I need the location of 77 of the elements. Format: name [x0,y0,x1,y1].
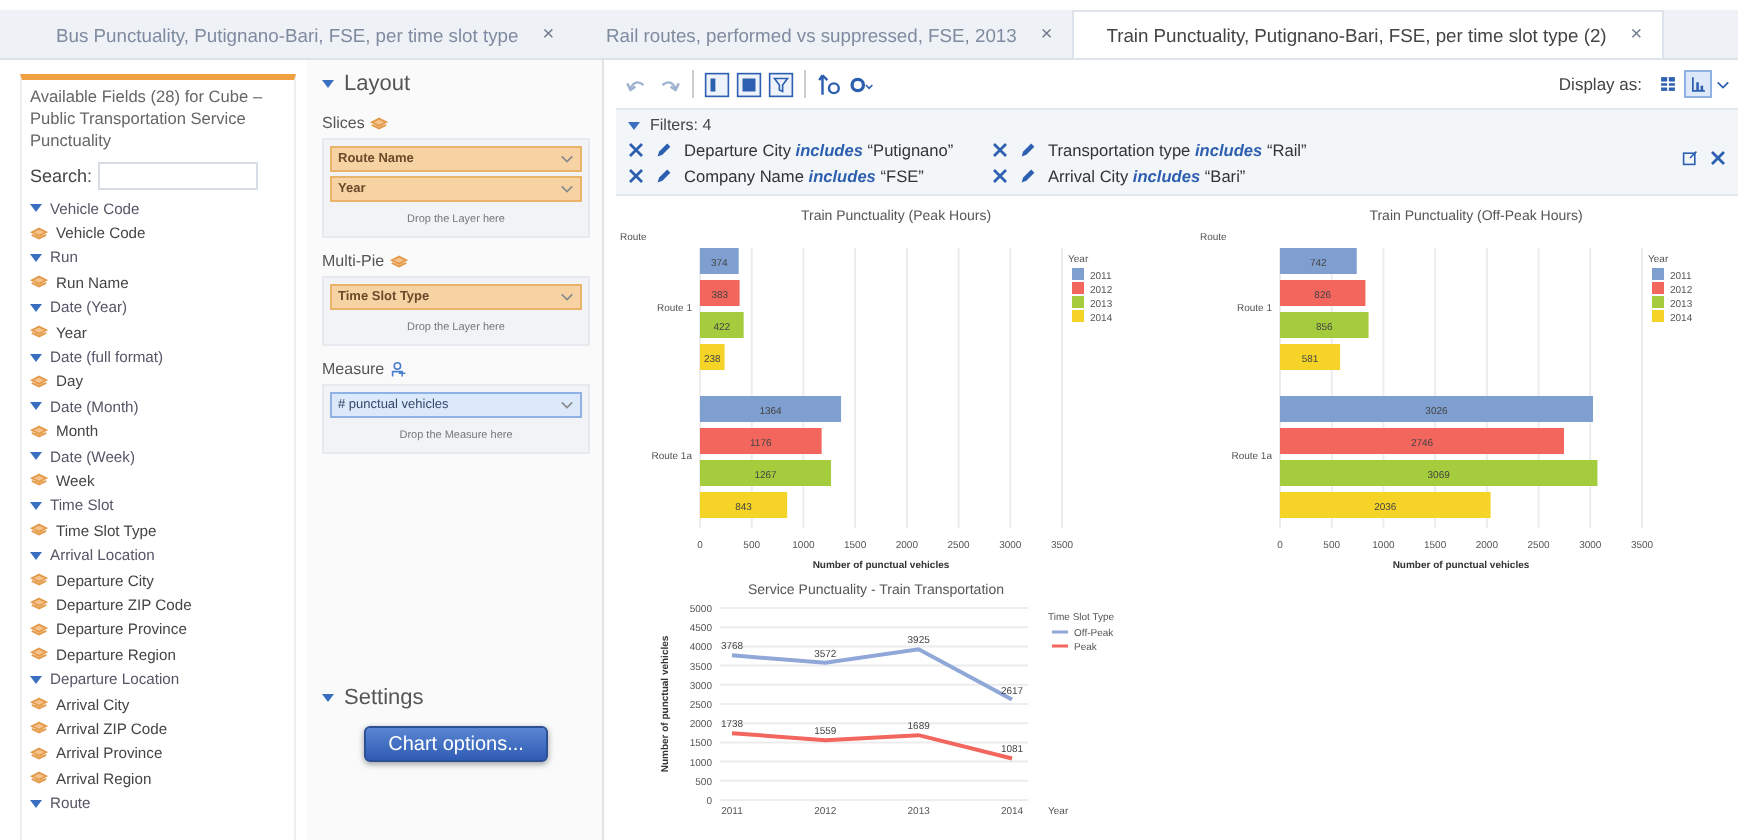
close-icon[interactable]: × [542,23,555,45]
report-tab[interactable]: Rail routes, performed vs suppressed, FSE, 2013 × [574,10,1073,58]
panel-icon[interactable] [704,71,730,97]
layer-icon [30,472,48,489]
layer-icon [30,596,48,613]
measure-icon [390,361,409,377]
expand-arrow-icon[interactable] [30,204,42,213]
remove-icon[interactable] [628,142,644,158]
remove-icon[interactable] [628,168,644,184]
layer-icon [30,696,48,712]
bar [700,280,740,306]
filters-title: Filters: 4 [650,116,712,134]
layer-icon [30,572,48,589]
section-label: Multi-Pie [322,252,385,270]
report-tab[interactable]: Bus Punctuality, Putignano-Bari, FSE, per time slot type × [24,10,575,58]
bar [700,248,739,274]
expand-arrow-icon[interactable] [30,353,42,362]
close-icon[interactable]: × [1630,24,1643,46]
layer-icon [370,115,389,131]
bar [1280,280,1366,306]
bar [700,344,725,370]
table-view-icon[interactable] [1656,72,1680,96]
bar [700,312,744,338]
expand-arrow-icon[interactable] [30,253,42,262]
bar [700,460,832,486]
layer-icon [30,274,48,291]
expand-arrow-icon[interactable] [30,402,42,411]
bar [1280,312,1369,338]
table-icon[interactable] [736,71,762,97]
section-label: Measure [322,360,385,378]
search-label: Search: [30,166,93,186]
expand-arrow-icon[interactable] [30,303,42,312]
remove-icon[interactable] [992,142,1008,158]
bar [700,492,788,518]
chart-options-button[interactable]: Chart options... [364,726,548,762]
display-label: Display as: [1558,74,1642,94]
filter-condition: Company Name includes “FSE” [684,166,924,186]
layer-icon [30,720,48,737]
expand-arrow-icon[interactable] [30,501,42,510]
collapse-arrow-icon[interactable] [322,694,334,702]
close-icon[interactable] [1710,150,1726,166]
filter-icon[interactable] [768,71,794,97]
close-icon[interactable]: × [1040,23,1053,45]
chart-view-icon[interactable] [1686,72,1710,96]
section-title: Settings [344,686,424,710]
bar [1280,248,1357,274]
report-tab[interactable]: Train Punctuality, Putignano-Bari, FSE, per time slot type (2) × [1072,10,1665,58]
filter-condition: Arrival City includes “Bari” [1048,166,1246,186]
expand-arrow-icon[interactable] [30,675,42,684]
caret-icon[interactable] [560,400,574,410]
section-title: Layout [344,72,411,96]
layer-icon [30,225,48,242]
filter-condition: Transportation type includes “Rail” [1048,140,1307,160]
layer-icon [30,745,48,762]
bar [1280,344,1341,370]
layer-icon [30,770,48,787]
collapse-arrow-icon[interactable] [628,121,640,129]
layer-icon [30,621,48,638]
layer-icon [30,522,48,539]
layer-icon [30,423,48,440]
remove-icon[interactable] [992,168,1008,184]
section-label: Slices [322,114,365,132]
panel-title: Available Fields (28) for Cube – Public Transportation Service Punctuality [30,86,265,152]
expand-arrow-icon[interactable] [30,551,42,560]
layer-icon [390,253,409,269]
expand-arrow-icon[interactable] [30,799,42,808]
layer-icon [30,324,48,341]
filter-condition: Departure City includes “Putignano” [684,140,954,160]
layer-icon [30,373,48,390]
search-field[interactable] [98,162,259,190]
bar [700,428,822,454]
layer-icon [30,646,48,663]
edit-icon[interactable] [1682,150,1698,166]
collapse-arrow-icon[interactable] [322,80,334,88]
expand-arrow-icon[interactable] [30,452,42,461]
caret-icon[interactable] [1716,79,1730,89]
bar [700,396,842,422]
